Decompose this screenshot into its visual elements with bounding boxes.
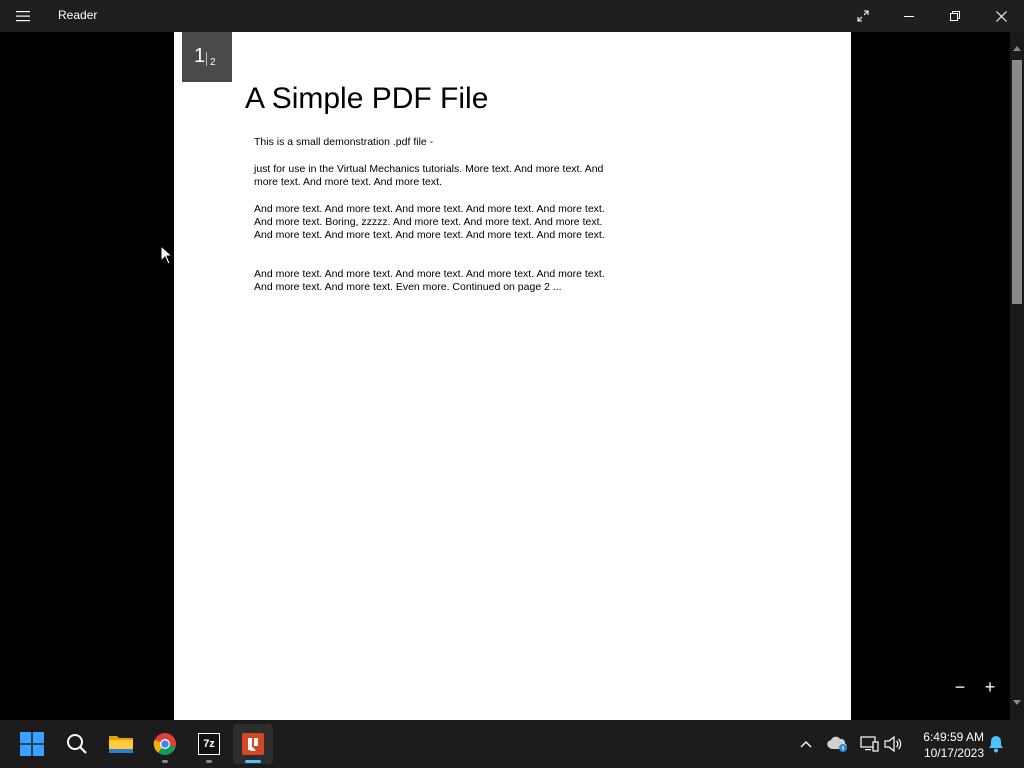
7zip-button[interactable]: 7z — [189, 724, 229, 764]
clock-time: 6:49:59 AM — [923, 730, 984, 744]
document-paragraph: just for use in the Virtual Mechanics tu… — [254, 163, 604, 189]
zoom-out-button[interactable]: − — [948, 676, 972, 698]
running-indicator — [206, 760, 212, 763]
file-explorer-button[interactable] — [101, 724, 141, 764]
current-page-number: 1 — [194, 45, 206, 67]
mouse-cursor-icon — [160, 244, 174, 270]
app-title: Reader — [58, 8, 98, 22]
windows-start-icon — [20, 732, 44, 756]
reader-icon — [242, 733, 264, 755]
folder-icon — [109, 736, 133, 753]
minimize-button[interactable] — [886, 0, 932, 32]
running-indicator — [162, 760, 168, 763]
close-button[interactable] — [978, 0, 1024, 32]
document-paragraph: And more text. And more text. And more t… — [254, 268, 605, 294]
vertical-scrollbar[interactable] — [1010, 32, 1024, 720]
restore-button[interactable] — [932, 0, 978, 32]
hamburger-menu-icon[interactable] — [10, 6, 36, 26]
scroll-down-icon[interactable] — [1010, 696, 1024, 708]
7zip-icon: 7z — [198, 733, 220, 755]
document-title: A Simple PDF File — [245, 82, 489, 115]
total-pages: 2 — [210, 57, 216, 68]
scrollbar-thumb[interactable] — [1012, 60, 1022, 304]
close-icon — [995, 10, 1007, 22]
search-icon — [67, 734, 87, 754]
system-clock[interactable]: 6:49:59 AM 10/17/2023 — [912, 729, 984, 761]
document-paragraph: And more text. And more text. And more t… — [254, 203, 605, 242]
network-icon[interactable] — [858, 734, 880, 754]
onedrive-icon[interactable] — [826, 734, 850, 754]
chrome-button[interactable] — [145, 724, 185, 764]
restore-icon — [950, 11, 960, 21]
title-bar: Reader — [0, 0, 1024, 32]
7zip-label: 7z — [199, 734, 219, 754]
document-paragraph: This is a small demonstration .pdf file … — [254, 136, 434, 148]
minimize-icon — [904, 16, 914, 17]
page-indicator: 1 2 — [182, 32, 232, 82]
volume-icon[interactable] — [882, 734, 904, 754]
search-button[interactable] — [57, 724, 97, 764]
notification-bell-icon[interactable] — [986, 734, 1006, 754]
clock-date: 10/17/2023 — [923, 746, 984, 760]
scroll-up-icon[interactable] — [1010, 42, 1024, 54]
reader-taskbar-button[interactable] — [233, 724, 273, 764]
active-indicator — [245, 760, 261, 763]
show-hidden-icons-chevron-icon[interactable] — [796, 734, 816, 754]
fullscreen-button[interactable] — [840, 0, 886, 32]
zoom-in-button[interactable]: + — [978, 676, 1002, 698]
fullscreen-icon — [857, 10, 869, 22]
page-separator — [206, 52, 207, 66]
start-button[interactable] — [12, 724, 52, 764]
chrome-icon — [153, 733, 176, 755]
